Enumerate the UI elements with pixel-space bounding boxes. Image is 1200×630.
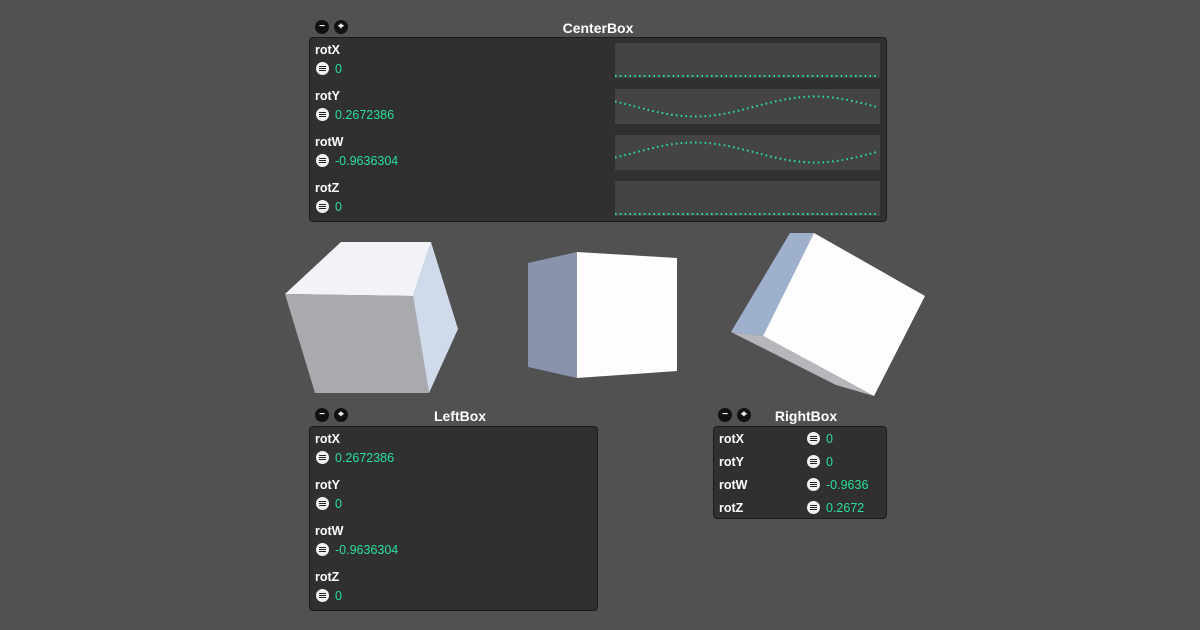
center-box-panel: rotX 0 rotY 0.2672386 rotW -0.9636304 ro…: [309, 37, 887, 222]
center-cube-front-face: [577, 252, 677, 378]
menu-icon[interactable]: [316, 62, 329, 75]
menu-icon[interactable]: [807, 455, 820, 468]
left-rotx-label: rotX: [315, 432, 340, 446]
menu-icon[interactable]: [807, 432, 820, 445]
menu-icon[interactable]: [807, 501, 820, 514]
center-rotz-value[interactable]: 0: [335, 200, 342, 214]
center-roty-label: rotY: [315, 89, 340, 103]
right-cube: [731, 233, 925, 396]
center-rotw-graph: [615, 135, 880, 170]
center-rotw-label: rotW: [315, 135, 344, 149]
right-roty-label: rotY: [719, 455, 744, 469]
left-cube: [285, 242, 458, 393]
menu-icon[interactable]: [807, 478, 820, 491]
left-rotw-label: rotW: [315, 524, 344, 538]
right-rotw-label: rotW: [719, 478, 748, 492]
menu-icon[interactable]: [316, 108, 329, 121]
center-rotz-label: rotZ: [315, 181, 340, 195]
left-box-header: − ⌖ LeftBox: [310, 405, 610, 427]
left-cube-top-face: [285, 242, 431, 296]
right-box-title: RightBox: [774, 408, 838, 424]
menu-icon[interactable]: [316, 589, 329, 602]
center-roty-graph: [615, 89, 880, 124]
left-roty-label: rotY: [315, 478, 340, 492]
center-rotx-graph: [615, 43, 880, 78]
right-rotx-value[interactable]: 0: [826, 432, 833, 446]
right-rotz-value[interactable]: 0.2672: [826, 501, 864, 515]
center-roty-value[interactable]: 0.2672386: [335, 108, 394, 122]
menu-icon[interactable]: [316, 200, 329, 213]
right-rotx-label: rotX: [719, 432, 744, 446]
left-rotz-label: rotZ: [315, 570, 340, 584]
right-roty-value[interactable]: 0: [826, 455, 833, 469]
menu-icon[interactable]: [316, 451, 329, 464]
center-rotw-value[interactable]: -0.9636304: [335, 154, 398, 168]
center-rotx-value[interactable]: 0: [335, 62, 342, 76]
center-rotz-graph: [615, 181, 880, 216]
right-rotw-value[interactable]: -0.9636: [826, 478, 868, 492]
menu-icon[interactable]: [316, 497, 329, 510]
left-rotw-value[interactable]: -0.9636304: [335, 543, 398, 557]
left-rotz-value[interactable]: 0: [335, 589, 342, 603]
right-box-header: − ⌖ RightBox: [713, 405, 899, 427]
center-roty-graph-line: [615, 95, 880, 118]
center-box-header: − ⌖ CenterBox: [310, 17, 886, 39]
menu-icon[interactable]: [316, 543, 329, 556]
center-rotw-graph-line: [615, 141, 880, 164]
right-rotz-label: rotZ: [719, 501, 744, 515]
left-box-panel: rotX 0.2672386 rotY 0 rotW -0.9636304 ro…: [309, 426, 598, 611]
center-box-title: CenterBox: [562, 20, 634, 36]
center-cube-left-face: [528, 252, 577, 378]
center-cube: [528, 252, 677, 378]
left-rotx-value[interactable]: 0.2672386: [335, 451, 394, 465]
left-cube-front-face: [285, 294, 429, 393]
center-rotx-label: rotX: [315, 43, 340, 57]
left-roty-value[interactable]: 0: [335, 497, 342, 511]
left-box-title: LeftBox: [433, 408, 487, 424]
menu-icon[interactable]: [316, 154, 329, 167]
right-box-panel: rotX 0 rotY 0 rotW -0.9636 rotZ 0.2672: [713, 426, 887, 519]
